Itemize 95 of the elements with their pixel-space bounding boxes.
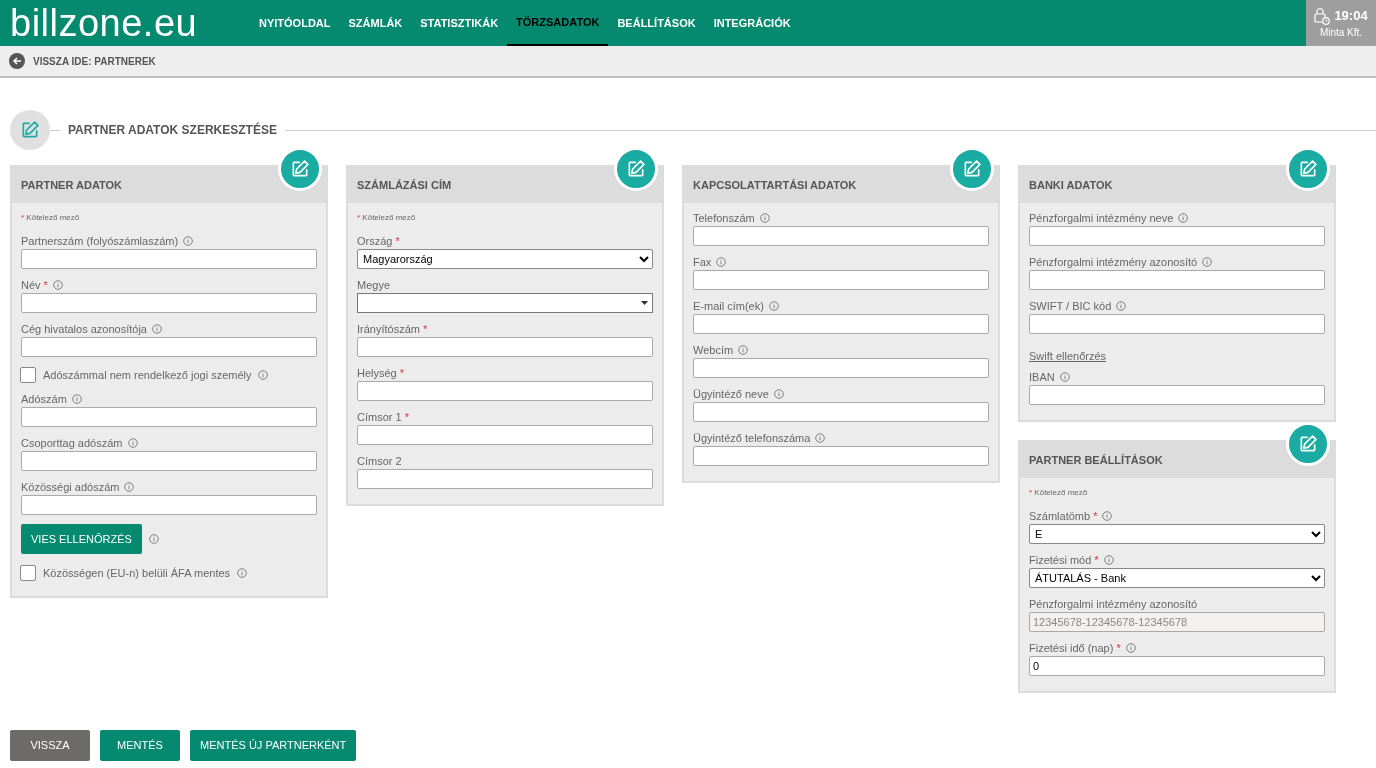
card-title: PARTNER ADATOK [21,177,123,193]
action-button[interactable]: MENTÉS [100,730,180,761]
nav-tab[interactable]: STATISZTIKÁK [411,0,508,46]
text-field[interactable]: 12345678-12345678-12345678 [1029,612,1325,632]
card-title: SZÁMLÁZÁSI CÍM [357,177,452,193]
text-field[interactable] [1029,226,1325,246]
field-label: Cég hivatalos azonosítója [21,321,147,337]
action-button[interactable]: MENTÉS ÚJ PARTNERKÉNT [190,730,357,761]
text-field[interactable] [1029,270,1325,290]
field-label: Ország [357,233,393,249]
field-label: Megye [357,277,391,293]
card-title: PARTNER BEÁLLÍTÁSOK [1029,452,1163,468]
edit-icon [626,159,646,179]
text-field[interactable] [21,495,317,515]
field-label: Irányítószám [357,321,420,337]
field-label: Közösségi adószám [21,479,120,495]
field-label: Ügyintéző telefonszáma [693,430,811,446]
text-field[interactable] [357,469,653,489]
field-label: Számlatömb [1029,508,1091,524]
text-field[interactable] [693,226,989,246]
field-label: Partnerszám (folyószámlaszám) [21,233,179,249]
dropdown[interactable]: E [1029,524,1325,544]
checkbox[interactable] [20,565,36,581]
field-label: Pénzforgalmi intézmény azonosító [1029,254,1198,270]
text-field[interactable] [693,446,989,466]
checkbox-label: Közösségen (EU-n) belüli ÁFA mentes [43,565,231,581]
field-label: IBAN [1029,369,1055,385]
checkbox-label: Adószámmal nem rendelkező jogi személy [43,367,252,383]
required-mark: * [1094,552,1099,568]
field-label: Címsor 2 [357,453,402,469]
required-mark: * [422,321,428,337]
edit-icon [290,159,310,179]
nav-tab[interactable]: INTEGRÁCIÓK [704,0,800,46]
field-label: Pénzforgalmi intézmény azonosító [1029,596,1198,612]
page-title: PARTNER ADATOK SZERKESZTÉSE [67,121,278,139]
field-label: E-mail cím(ek) [693,298,764,314]
text-field[interactable] [21,451,317,471]
field-label: Webcím [693,342,734,358]
field-label: Ügyintéző neve [693,386,769,402]
text-field[interactable] [21,293,317,313]
required-mark: * [43,277,48,293]
required-mark: * [395,233,400,249]
field-label: Csoporttag adószám [21,435,123,451]
dropdown[interactable] [357,293,653,313]
text-field[interactable] [21,337,317,357]
text-field[interactable] [357,337,653,357]
action-button[interactable]: VISSZA [10,730,90,761]
edit-icon [20,120,40,140]
company-name: Minta Kft. [1319,26,1363,41]
field-label: SWIFT / BIC kód [1029,298,1112,314]
required-mark: * [404,409,409,425]
field-label: Fizetési idő (nap) [1029,640,1114,656]
lock-clock-icon [1314,6,1331,25]
field-label: Helység [357,365,397,381]
text-field[interactable] [693,314,989,334]
vies-check-button[interactable]: VIES ELLENŐRZÉS [21,524,142,554]
required-note: * Kötelező mező [21,212,81,224]
clock-time: 19:04 [1334,6,1368,25]
required-note: * Kötelező mező [357,212,417,224]
card-title: BANKI ADATOK [1029,177,1113,193]
logo: billzone.eu [9,1,199,46]
field-label: Adószám [21,391,67,407]
edit-icon [1298,434,1318,454]
field-label: Fizetési mód [1029,552,1092,568]
swift-check-link[interactable]: Swift ellenőrzés [1029,350,1107,362]
card-title: KAPCSOLATTARTÁSI ADATOK [693,177,857,193]
text-field[interactable]: 0 [1029,656,1325,676]
field-label: Címsor 1 [357,409,402,425]
required-mark: * [1116,640,1121,656]
edit-icon [1298,159,1318,179]
field-label: Pénzforgalmi intézmény neve [1029,210,1174,226]
back-link[interactable]: VISSZA IDE: PARTNEREK [33,53,156,69]
field-label: Telefonszám [693,210,755,226]
text-field[interactable] [357,381,653,401]
text-field[interactable] [1029,314,1325,334]
text-field[interactable] [21,407,317,427]
nav-tab[interactable]: BEÁLLÍTÁSOK [608,0,705,46]
nav-tab[interactable]: SZÁMLÁK [339,0,412,46]
required-mark: * [1093,508,1098,524]
nav-tab[interactable]: NYITÓOLDAL [250,0,340,46]
field-label: Fax [693,254,712,270]
text-field[interactable] [693,402,989,422]
caret-icon [641,301,648,305]
text-field[interactable] [693,270,989,290]
text-field[interactable] [1029,385,1325,405]
dropdown[interactable]: Magyarország [357,249,653,269]
edit-icon [962,159,982,179]
required-note: * Kötelező mező [1029,487,1089,499]
dropdown[interactable]: ÁTUTALÁS - Bank [1029,568,1325,588]
text-field[interactable] [21,249,317,269]
required-mark: * [399,365,405,381]
text-field[interactable] [357,425,653,445]
field-label: Név [21,277,41,293]
text-field[interactable] [693,358,989,378]
checkbox[interactable] [20,367,36,383]
